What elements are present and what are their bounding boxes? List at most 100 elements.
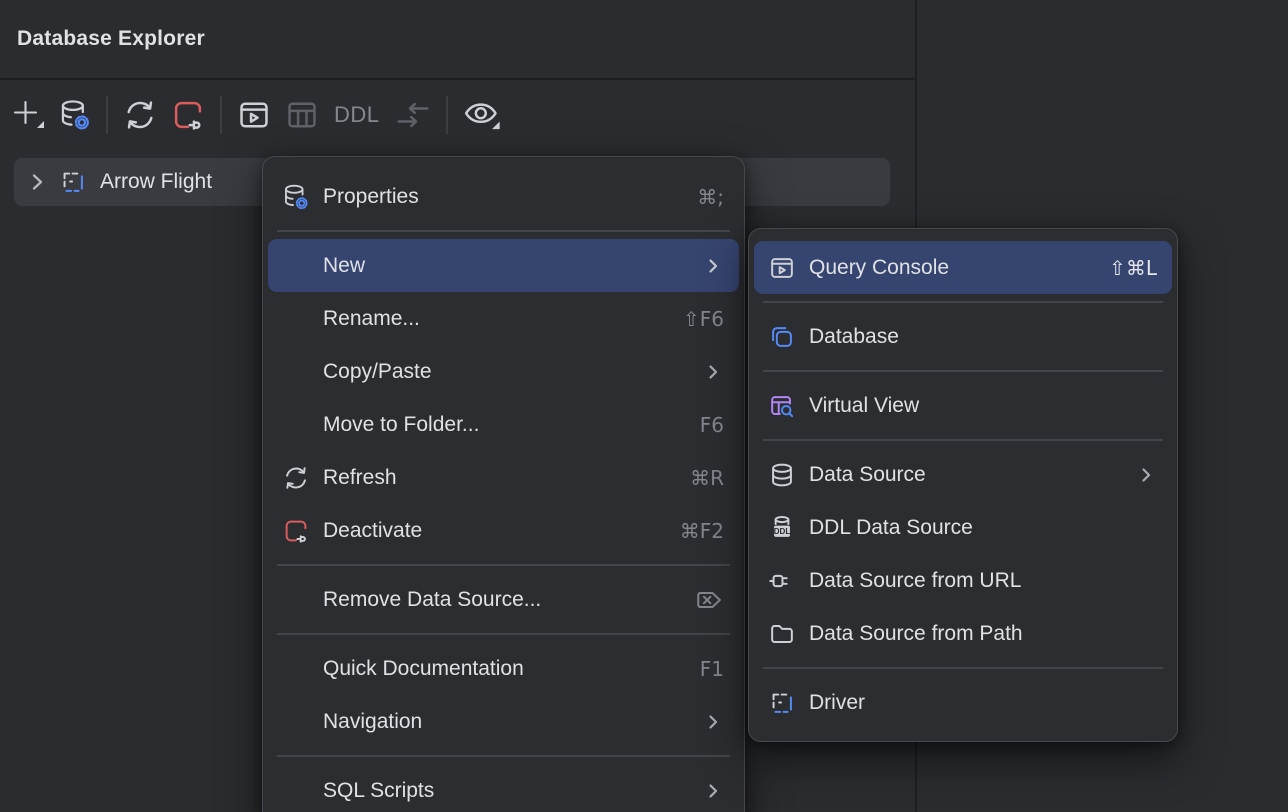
refresh-icon (120, 96, 160, 134)
menu-item-label: Database (809, 325, 1157, 349)
menu-item-quick-documentation[interactable]: Quick Documentation F1 (268, 642, 739, 695)
tree-item-label: Arrow Flight (100, 170, 212, 194)
page-title: Database Explorer (17, 27, 205, 51)
shortcut-hint: ⇧F6 (683, 307, 724, 331)
tool-window-header: Database Explorer (0, 0, 916, 78)
query-console-icon (765, 253, 799, 283)
virtual-view-icon (765, 391, 799, 421)
menu-item-navigation[interactable]: Navigation (268, 695, 739, 748)
swap-arrows-icon (392, 96, 434, 134)
submenu-item-ddl-data-source[interactable]: DDL DDL Data Source (754, 501, 1172, 554)
menu-item-new[interactable]: New (268, 239, 739, 292)
menu-separator (268, 748, 739, 764)
submenu-arrow-icon (702, 361, 724, 383)
shortcut-hint: F6 (700, 413, 724, 437)
menu-separator (268, 626, 739, 642)
menu-item-label: New (323, 254, 684, 278)
dump-to-ddl-button (388, 92, 438, 138)
menu-separator (754, 294, 1172, 310)
toolbar-separator (106, 96, 108, 134)
menu-item-label: Navigation (323, 710, 684, 734)
submenu-item-query-console[interactable]: Query Console ⇧⌘L (754, 241, 1172, 294)
menu-item-label: Driver (809, 691, 1157, 715)
submenu-arrow-icon (702, 780, 724, 802)
submenu-arrow-icon (1135, 464, 1157, 486)
menu-item-deactivate[interactable]: Deactivate ⌘F2 (268, 504, 739, 557)
plug-icon (765, 566, 799, 596)
submenu-arrow-icon (702, 711, 724, 733)
shortcut-hint: F1 (700, 657, 724, 681)
menu-item-label: DDL Data Source (809, 516, 1157, 540)
shortcut-hint: ⇧⌘L (1109, 256, 1157, 280)
context-menu: Properties ⌘; New Rename... ⇧F6 Copy/Pas… (262, 156, 745, 812)
add-button[interactable] (6, 92, 52, 138)
folder-icon (765, 619, 799, 649)
menu-separator (268, 223, 739, 239)
driver-icon (58, 167, 88, 197)
data-source-properties-icon (279, 182, 313, 212)
submenu-item-data-source[interactable]: Data Source (754, 448, 1172, 501)
submenu-item-virtual-view[interactable]: Virtual View (754, 379, 1172, 432)
menu-item-label: SQL Scripts (323, 779, 684, 803)
ddl-data-source-icon: DDL (765, 513, 799, 543)
submenu-arrow-icon (702, 255, 724, 277)
menu-item-sql-scripts[interactable]: SQL Scripts (268, 764, 739, 812)
chevron-right-icon[interactable] (24, 169, 50, 195)
deactivate-button[interactable] (164, 92, 212, 138)
shortcut-hint: ⌘R (690, 466, 724, 490)
menu-item-rename[interactable]: Rename... ⇧F6 (268, 292, 739, 345)
menu-separator (754, 363, 1172, 379)
menu-item-label: Rename... (323, 307, 665, 331)
menu-item-label: Deactivate (323, 519, 662, 543)
refresh-button[interactable] (116, 92, 164, 138)
menu-item-label: Properties (323, 185, 679, 209)
data-source-icon (765, 460, 799, 490)
database-explorer-toolbar: DDL (6, 84, 508, 146)
data-source-properties-button[interactable] (52, 92, 98, 138)
query-console-icon (234, 96, 274, 134)
header-divider (0, 78, 916, 80)
submenu-item-data-source-from-url[interactable]: Data Source from URL (754, 554, 1172, 607)
menu-separator (754, 432, 1172, 448)
menu-item-label: Quick Documentation (323, 657, 682, 681)
menu-item-label: Data Source (809, 463, 1117, 487)
submenu-item-driver[interactable]: Driver (754, 676, 1172, 729)
jump-to-query-console-button[interactable] (230, 92, 278, 138)
table-icon (282, 96, 322, 134)
submenu-item-database[interactable]: Database (754, 310, 1172, 363)
toolbar-separator (220, 96, 222, 134)
menu-item-copy-paste[interactable]: Copy/Paste (268, 345, 739, 398)
refresh-icon (279, 463, 313, 493)
view-options-button[interactable] (456, 92, 508, 138)
plus-dropdown-icon (10, 97, 48, 133)
shortcut-hint: ⌘F2 (680, 519, 724, 543)
submenu-item-data-source-from-path[interactable]: Data Source from Path (754, 607, 1172, 660)
deactivate-icon (279, 516, 313, 546)
menu-item-label: Data Source from URL (809, 569, 1157, 593)
menu-item-remove-data-source[interactable]: Remove Data Source... (268, 573, 739, 626)
menu-item-label: Virtual View (809, 394, 1157, 418)
driver-icon (765, 688, 799, 718)
menu-item-refresh[interactable]: Refresh ⌘R (268, 451, 739, 504)
menu-item-label: Refresh (323, 466, 672, 490)
menu-item-label: Data Source from Path (809, 622, 1157, 646)
database-icon (765, 322, 799, 352)
menu-item-properties[interactable]: Properties ⌘; (268, 170, 739, 223)
menu-item-label: Remove Data Source... (323, 588, 676, 612)
deactivate-icon (168, 96, 208, 134)
menu-item-label: Copy/Paste (323, 360, 684, 384)
delete-icon (694, 586, 724, 614)
eye-dropdown-icon (460, 95, 504, 135)
toolbar-separator (446, 96, 448, 134)
menu-item-move-to-folder[interactable]: Move to Folder... F6 (268, 398, 739, 451)
menu-separator (754, 660, 1172, 676)
shortcut-hint: ⌘; (697, 185, 724, 209)
ddl-button: DDL (326, 92, 388, 138)
data-source-properties-icon (56, 97, 94, 133)
new-submenu: Query Console ⇧⌘L Database Virtual View (748, 228, 1178, 742)
ddl-button-label: DDL (330, 102, 384, 128)
menu-item-label: Move to Folder... (323, 413, 682, 437)
menu-item-label: Query Console (809, 256, 1091, 280)
table-button (278, 92, 326, 138)
svg-text:DDL: DDL (774, 527, 791, 536)
